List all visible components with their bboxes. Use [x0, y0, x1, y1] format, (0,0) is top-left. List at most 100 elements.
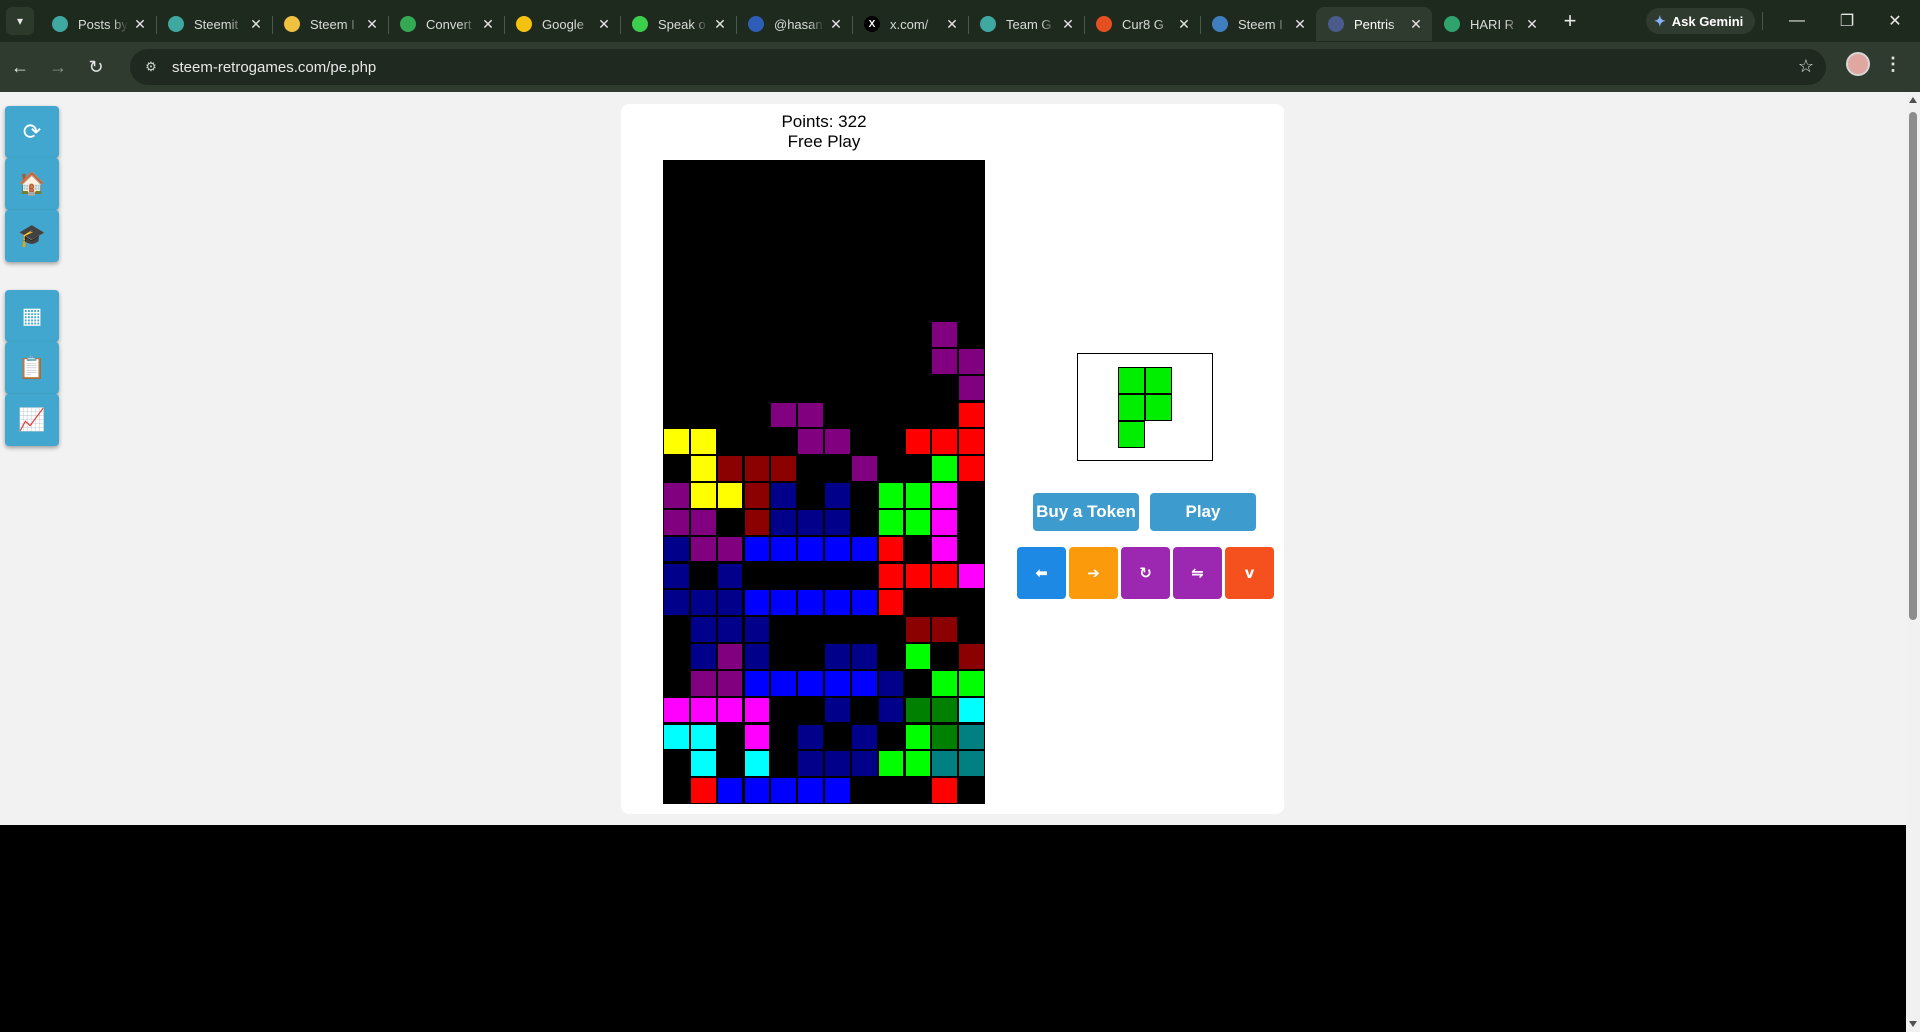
profile-avatar[interactable]	[1846, 52, 1870, 76]
tab-favicon-icon	[168, 16, 184, 32]
tab-favicon-icon	[284, 16, 300, 32]
board-block	[904, 723, 932, 751]
drop-icon: v	[1244, 564, 1255, 582]
site-info-icon[interactable]: ⚙	[138, 54, 164, 80]
tab-close-icon[interactable]: ✕	[1060, 16, 1076, 32]
home-button[interactable]: 🏠	[5, 158, 59, 210]
board-block	[743, 589, 771, 617]
reload-button[interactable]: ↻	[78, 49, 114, 85]
move-left-button[interactable]: ⬅	[1017, 547, 1066, 599]
window-close-button[interactable]: ✕	[1872, 0, 1918, 42]
grid-button[interactable]: ▦	[5, 290, 59, 342]
buy-token-button[interactable]: Buy a Token	[1033, 493, 1139, 531]
tab-favicon-icon: X	[864, 16, 880, 32]
board-block	[958, 428, 985, 456]
board-block	[904, 562, 932, 590]
tab-close-icon[interactable]: ✕	[1292, 16, 1308, 32]
address-bar[interactable]: ⚙ steem-retrogames.com/pe.php ☆	[130, 49, 1826, 85]
tab-close-icon[interactable]: ✕	[596, 16, 612, 32]
board-block	[931, 616, 959, 643]
board-block	[743, 723, 771, 751]
tab-close-icon[interactable]: ✕	[1176, 16, 1192, 32]
tab-title: Pentris	[1354, 16, 1395, 32]
board-block	[689, 616, 717, 643]
tab-4[interactable]: Convert ✕	[388, 7, 504, 41]
tab-close-icon[interactable]: ✕	[828, 16, 844, 32]
board-block	[931, 750, 959, 778]
tab-close-icon[interactable]: ✕	[480, 16, 496, 32]
move-right-button[interactable]: ➔	[1069, 547, 1118, 599]
minimize-button[interactable]: —	[1774, 0, 1820, 42]
scrollbar-thumb[interactable]	[1909, 112, 1917, 620]
board-block	[850, 643, 878, 670]
tab-11[interactable]: Steem I ✕	[1200, 7, 1316, 41]
new-tab-button[interactable]: +	[1556, 7, 1584, 35]
tab-12[interactable]: Pentris ✕	[1316, 7, 1432, 41]
preview-block	[1118, 367, 1145, 394]
board-block	[904, 482, 932, 509]
board-block	[743, 696, 771, 724]
clipboard-icon: 📋	[18, 355, 46, 381]
board-block	[663, 535, 690, 563]
tab-7[interactable]: @hasan ✕	[736, 7, 852, 41]
tab-5[interactable]: Google ✕	[504, 7, 620, 41]
preview-block	[1145, 367, 1172, 394]
tab-favicon-icon	[748, 16, 764, 32]
chart-button[interactable]: 📈	[5, 394, 59, 446]
tab-13[interactable]: HARI R ✕	[1432, 7, 1548, 41]
tab-close-icon[interactable]: ✕	[1408, 16, 1424, 32]
board-block	[770, 589, 798, 617]
board-block	[824, 589, 851, 617]
board-block	[931, 455, 959, 482]
tab-close-icon[interactable]: ✕	[1524, 16, 1540, 32]
refresh-button[interactable]: ⟳	[5, 106, 59, 158]
graduation-cap-button[interactable]: 🎓	[5, 210, 59, 262]
browser-menu-icon[interactable]: ⋮	[1884, 54, 1902, 75]
forward-button[interactable]: →	[40, 49, 76, 85]
tab-favicon-icon	[980, 16, 996, 32]
board-block	[689, 535, 717, 563]
ask-gemini-button[interactable]: ✦ Ask Gemini	[1646, 8, 1756, 34]
board-block	[770, 455, 798, 482]
move-left-icon: ⬅	[1035, 564, 1048, 582]
tab-title: Convert	[426, 16, 472, 32]
flip-button[interactable]: ⇋	[1173, 547, 1222, 599]
bookmark-star-icon[interactable]: ☆	[1798, 56, 1814, 77]
tab-close-icon[interactable]: ✕	[364, 16, 380, 32]
page-scrollbar[interactable]	[1906, 92, 1920, 1032]
tab-close-icon[interactable]: ✕	[944, 16, 960, 32]
restore-button[interactable]: ❐	[1824, 0, 1870, 42]
tab-close-icon[interactable]: ✕	[712, 16, 728, 32]
scroll-up-arrow[interactable]	[1909, 97, 1917, 103]
tab-2[interactable]: Steemit ✕	[156, 7, 272, 41]
play-button[interactable]: Play	[1150, 493, 1256, 531]
board-block	[850, 455, 878, 482]
rotate-button[interactable]: ↻	[1121, 547, 1170, 599]
tab-6[interactable]: Speak o ✕	[620, 7, 736, 41]
board-block	[958, 750, 985, 778]
board-block	[743, 535, 771, 563]
drop-button[interactable]: v	[1225, 547, 1274, 599]
board-block	[931, 696, 959, 724]
tab-favicon-icon	[1212, 16, 1228, 32]
board-block	[824, 482, 851, 509]
scroll-down-arrow[interactable]	[1909, 1021, 1917, 1027]
tab-search-icon[interactable]: ▾	[6, 7, 34, 35]
board-block	[931, 723, 959, 751]
tab-8[interactable]: Xx.com/ ✕	[852, 7, 968, 41]
board-block	[877, 508, 905, 536]
board-block	[958, 374, 985, 402]
tab-9[interactable]: Team G ✕	[968, 7, 1084, 41]
game-board	[663, 160, 985, 804]
tab-1[interactable]: Posts by ✕	[40, 7, 156, 41]
board-block	[743, 482, 771, 509]
tab-close-icon[interactable]: ✕	[248, 16, 264, 32]
board-block	[904, 643, 932, 670]
clipboard-button[interactable]: 📋	[5, 342, 59, 394]
tab-10[interactable]: Cur8 G ✕	[1084, 7, 1200, 41]
tab-3[interactable]: Steem I ✕	[272, 7, 388, 41]
back-button[interactable]: ←	[2, 49, 38, 85]
board-block	[743, 643, 771, 670]
tab-close-icon[interactable]: ✕	[132, 16, 148, 32]
board-block	[931, 321, 959, 348]
